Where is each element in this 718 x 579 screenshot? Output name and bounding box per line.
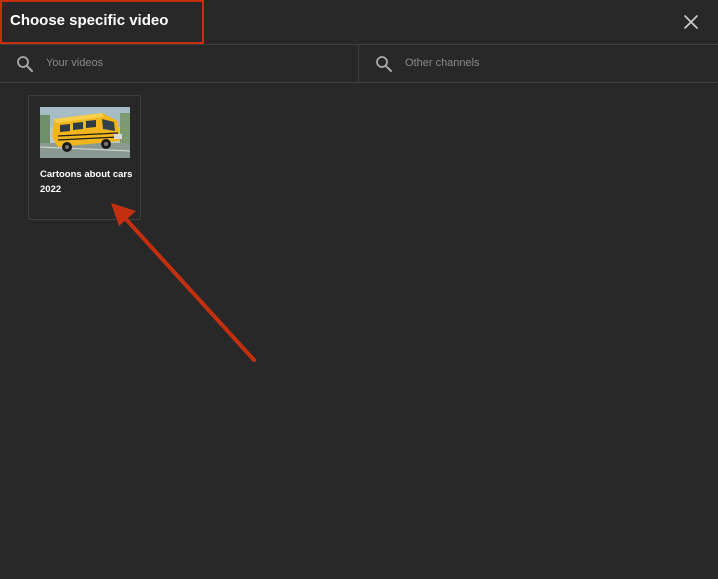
close-icon	[684, 15, 698, 29]
choose-video-dialog: Choose specific video Your videos Other …	[0, 0, 718, 579]
close-button[interactable]	[676, 7, 706, 37]
search-icon	[376, 56, 392, 72]
search-your-videos	[0, 45, 359, 82]
search-icon	[17, 56, 33, 72]
video-title: Cartoons about cars 2022	[40, 169, 133, 195]
school-bus-thumbnail-image	[40, 107, 130, 158]
video-thumbnail	[40, 107, 130, 158]
video-card[interactable]: Cartoons about cars 2022	[28, 95, 141, 220]
your-videos-search-input[interactable]	[46, 51, 336, 75]
search-other-channels	[359, 45, 718, 82]
dialog-header: Choose specific video	[0, 0, 718, 45]
dialog-title: Choose specific video	[10, 12, 169, 29]
search-row	[0, 45, 718, 83]
annotation-arrow	[111, 203, 256, 362]
other-channels-search-input[interactable]	[405, 51, 695, 75]
